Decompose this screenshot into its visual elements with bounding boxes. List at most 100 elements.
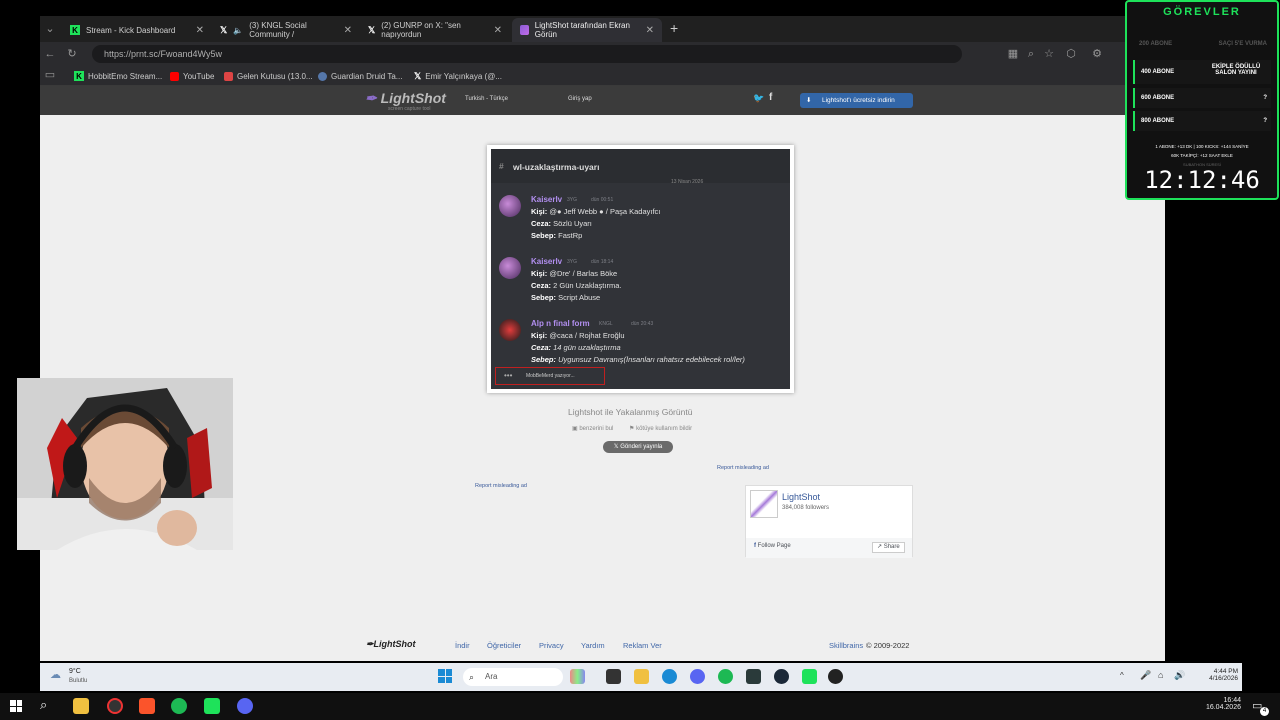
close-icon[interactable]: ✕ bbox=[344, 25, 352, 36]
windows-start-icon[interactable] bbox=[10, 700, 22, 712]
kisi-line: Kişi: @caca / Rojhat Eroğlu bbox=[531, 331, 625, 340]
weather-temp[interactable]: 9°C bbox=[69, 668, 81, 675]
task-view-icon[interactable] bbox=[606, 669, 621, 684]
goal-target: 800 ABONE bbox=[1141, 118, 1175, 124]
mic-icon[interactable]: 🎤 bbox=[1140, 670, 1151, 681]
network-icon[interactable]: ⌂ bbox=[1158, 670, 1163, 680]
twitter-icon[interactable]: 🐦 bbox=[753, 93, 764, 104]
facebook-icon[interactable]: f bbox=[769, 92, 772, 103]
footer-link-help[interactable]: Yardım bbox=[581, 641, 605, 650]
vm-time: 4:44 PM bbox=[1213, 668, 1238, 675]
footer-link-download[interactable]: İndir bbox=[455, 641, 470, 650]
share-button[interactable]: ↗ Share bbox=[872, 542, 905, 553]
cloud-icon: ☁ bbox=[50, 669, 61, 681]
kick-app-icon[interactable] bbox=[204, 698, 220, 714]
goal-item: 200 ABONE SAÇI 5'E VURMA bbox=[1133, 34, 1271, 54]
field-label: Ceza: bbox=[531, 343, 552, 352]
tab-kick[interactable]: K Stream - Kick Dashboard ✕ bbox=[62, 18, 212, 42]
spotify-icon[interactable] bbox=[718, 669, 733, 684]
bookmark-youtube[interactable]: YouTube bbox=[170, 69, 214, 83]
kick-icon: K bbox=[74, 71, 84, 81]
x-icon: 𝕏 bbox=[414, 70, 422, 81]
host-time: 16:44 bbox=[1223, 697, 1241, 704]
tab-lightshot[interactable]: LightShot tarafından Ekran Görün ✕ bbox=[512, 18, 662, 42]
ceza-line: Ceza: 14 gün uzaklaştırma bbox=[531, 343, 621, 352]
avatar bbox=[499, 257, 521, 279]
tab-x-1[interactable]: 𝕏 🔈 (3) KNGL Social Community / ✕ bbox=[212, 18, 360, 42]
report-ad-link[interactable]: Report misleading ad bbox=[475, 483, 527, 489]
message: Alp n final form KNGL dün 20:43 Kişi: @c… bbox=[499, 319, 784, 369]
report-abuse-link[interactable]: ⚑ kötüye kullanım bildir bbox=[629, 425, 692, 432]
discord-icon[interactable] bbox=[237, 698, 253, 714]
windows-start-icon[interactable] bbox=[438, 669, 452, 683]
search-box[interactable]: ⌕ Ara bbox=[463, 668, 563, 686]
follow-page-button[interactable]: f Follow Page bbox=[750, 542, 795, 553]
subathon-timer: 12:12:46 bbox=[1144, 166, 1260, 194]
reload-icon[interactable]: ↻ bbox=[64, 46, 80, 62]
close-icon[interactable]: ✕ bbox=[196, 25, 204, 36]
x-post-button[interactable]: 𝕏 Gönderi yayınla bbox=[603, 441, 673, 453]
bookmark-guardian[interactable]: Guardian Druid Ta... bbox=[318, 69, 402, 83]
bookmark-menu-icon[interactable]: ▭ bbox=[42, 67, 58, 83]
address-bar: ← ↻ https://prnt.sc/Fwoand4Wy5w ▦ ⌕ ☆ ⬡ … bbox=[40, 42, 1165, 66]
obs-icon[interactable] bbox=[828, 669, 843, 684]
widgets-icon[interactable] bbox=[570, 669, 585, 684]
author: Alp n final form bbox=[531, 319, 590, 328]
goal-reward: SAÇI 5'E VURMA bbox=[1218, 41, 1267, 47]
extensions-icon[interactable]: ⬡ bbox=[1063, 46, 1079, 62]
ceza-line: Ceza: Sözlü Uyarı bbox=[531, 219, 592, 228]
bookmark-emir[interactable]: 𝕏 Emir Yalçınkaya (@... bbox=[414, 69, 502, 83]
volume-icon[interactable]: 🔊 bbox=[1174, 670, 1185, 681]
field-value: Uygunsuz Davranış(İnsanları rahatsız ede… bbox=[558, 355, 745, 364]
footer-link-tutorials[interactable]: Öğreticiler bbox=[487, 641, 521, 650]
lightshot-logo[interactable]: ✒ LightShot bbox=[365, 90, 446, 107]
search-icon[interactable]: ⌕ bbox=[40, 697, 47, 713]
screenshot-frame[interactable]: # wl-uzaklaştırma-uyarı 13 Nisan 2026 Ka… bbox=[487, 145, 794, 393]
footer-link-privacy[interactable]: Privacy bbox=[539, 641, 564, 650]
split-icon[interactable]: ▦ bbox=[1005, 46, 1021, 62]
browser-window: ⌄ K Stream - Kick Dashboard ✕ 𝕏 🔈 (3) KN… bbox=[40, 16, 1165, 661]
tray-chevron-icon[interactable]: ^ bbox=[1120, 671, 1124, 680]
close-icon[interactable]: ✕ bbox=[646, 25, 654, 36]
spotify-icon[interactable] bbox=[171, 698, 187, 714]
obs-icon[interactable] bbox=[107, 698, 123, 714]
search-icon: ⌕ bbox=[469, 672, 475, 682]
zoom-icon[interactable]: ⌕ bbox=[1023, 46, 1039, 62]
goal-rules: 1 ABONE: +13 DK | 100 KICKS: +144 SANİYE… bbox=[1133, 142, 1271, 160]
back-icon[interactable]: ← bbox=[42, 46, 58, 62]
footer-brand-link[interactable]: Skillbrains bbox=[829, 641, 863, 650]
brave-icon[interactable] bbox=[139, 698, 155, 714]
bookmark-gmail[interactable]: Gelen Kutusu (13.0... bbox=[224, 69, 313, 83]
goal-target: 600 ABONE bbox=[1141, 95, 1175, 101]
new-tab-icon[interactable]: + bbox=[670, 20, 678, 36]
edge-icon[interactable] bbox=[662, 669, 677, 684]
lightshot-page-avatar[interactable] bbox=[750, 490, 778, 518]
similar-link[interactable]: ▣ benzerini bul bbox=[572, 425, 613, 432]
download-button[interactable]: ⬇ Lightshot'ı ücretsiz indirin bbox=[800, 93, 913, 108]
tab-list-icon[interactable]: ⌄ bbox=[42, 21, 58, 37]
steam-icon[interactable] bbox=[774, 669, 789, 684]
bookmark-hobbit[interactable]: K HobbitEmo Stream... bbox=[74, 69, 162, 83]
close-icon[interactable]: ✕ bbox=[494, 25, 502, 36]
url-input[interactable]: https://prnt.sc/Fwoand4Wy5w bbox=[92, 45, 962, 63]
tab-x-2[interactable]: 𝕏 (2) GUNRP on X: "sen napıyordun ✕ bbox=[360, 18, 510, 42]
footer-logo[interactable]: ✒LightShot bbox=[366, 639, 416, 650]
fb-page-name[interactable]: LightShot bbox=[782, 492, 820, 502]
date-divider: 13 Nisan 2026 bbox=[671, 179, 704, 185]
ceza-line: Ceza: 2 Gün Uzaklaştırma. bbox=[531, 281, 621, 290]
kick-app-icon[interactable] bbox=[802, 669, 817, 684]
bookmark-label: YouTube bbox=[183, 71, 215, 81]
file-explorer-icon[interactable] bbox=[73, 698, 89, 714]
file-explorer-icon[interactable] bbox=[634, 669, 649, 684]
footer-link-advertise[interactable]: Reklam Ver bbox=[623, 641, 662, 650]
profile-icon[interactable]: ⚙ bbox=[1089, 46, 1105, 62]
tab-bar: ⌄ K Stream - Kick Dashboard ✕ 𝕏 🔈 (3) KN… bbox=[40, 16, 1165, 42]
terminal-icon[interactable] bbox=[746, 669, 761, 684]
report-ad-link[interactable]: Report misleading ad bbox=[717, 465, 769, 471]
discord-icon[interactable] bbox=[690, 669, 705, 684]
vm-clock[interactable]: 4:44 PM 4/16/2026 bbox=[1198, 668, 1238, 682]
language-select[interactable]: Turkish - Türkçe bbox=[465, 96, 508, 102]
host-clock[interactable]: 16:44 16.04.2026 bbox=[1205, 697, 1241, 711]
star-icon[interactable]: ☆ bbox=[1041, 46, 1057, 62]
login-link[interactable]: Giriş yap bbox=[568, 96, 592, 102]
